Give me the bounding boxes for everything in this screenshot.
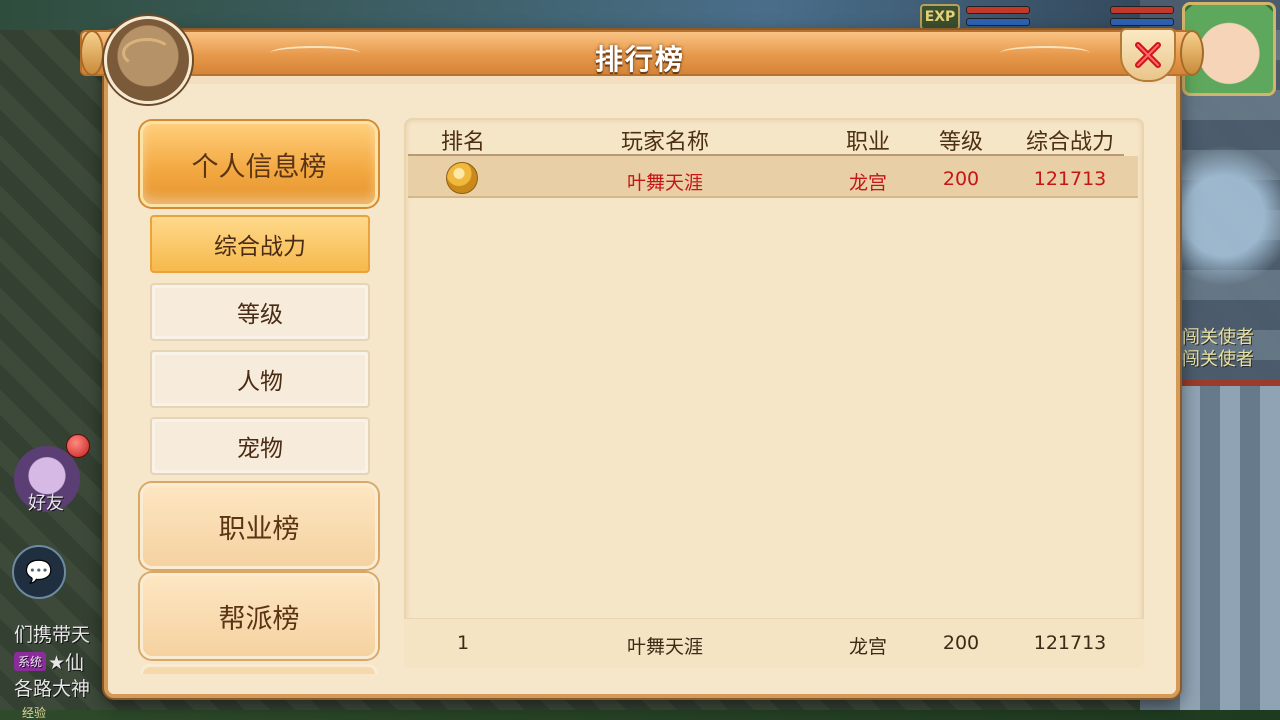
mp-bar <box>966 18 1030 26</box>
pet-hp-bar <box>1110 6 1174 14</box>
my-level: 200 <box>942 632 980 654</box>
modal-title: 排行榜 <box>594 43 685 76</box>
hp-bar <box>966 6 1030 14</box>
my-rank: 1 <box>456 632 470 654</box>
my-player-name: 叶舞天涯 <box>626 636 703 658</box>
row-level: 200 <box>942 168 980 190</box>
exp-badge: EXP <box>920 4 960 30</box>
friend-label[interactable]: 好友 <box>28 489 64 515</box>
sub-tab-combat-power[interactable]: 综合战力 <box>150 215 370 273</box>
column-header-rank: 排名 <box>440 130 485 155</box>
pet-mp-bar <box>1110 18 1174 26</box>
column-header-level: 等级 <box>938 130 983 155</box>
row-profession: 龙宫 <box>848 172 887 194</box>
my-profession: 龙宫 <box>848 636 887 658</box>
title-bar-knob-left <box>80 30 104 76</box>
row-player-name[interactable]: 叶舞天涯 <box>580 168 750 195</box>
category-guild[interactable]: 帮派榜 <box>140 573 378 659</box>
notification-dot <box>66 434 90 458</box>
chat-line: 们携带天 <box>14 624 91 646</box>
chat-line: 系统 ★仙 <box>14 648 84 675</box>
sub-tab-pet[interactable]: 宠物 <box>150 417 370 475</box>
chat-line-text: ★仙 <box>48 652 85 674</box>
title-ornament-right <box>1000 46 1090 60</box>
column-header-player-name: 玩家名称 <box>620 130 709 155</box>
chat-line: 各路大神 <box>14 678 91 700</box>
my-combat-power: 121713 <box>1033 632 1107 654</box>
scene-right-roof <box>1180 380 1280 720</box>
top-hud-strip <box>0 0 1280 30</box>
sub-tab-character[interactable]: 人物 <box>150 350 370 408</box>
system-tag: 系统 <box>14 652 47 671</box>
close-button[interactable] <box>1120 28 1176 82</box>
column-header-combat-power: 综合战力 <box>1025 130 1114 155</box>
title-ornament-left <box>270 46 360 60</box>
gold-medal-icon <box>446 162 478 194</box>
emblem-swirl <box>122 38 172 68</box>
column-header-profession: 职业 <box>845 130 890 155</box>
exp-label: 经验 <box>22 706 47 720</box>
title-bar-knob-right <box>1180 30 1204 76</box>
category-next-peek[interactable] <box>140 664 378 674</box>
close-icon <box>1135 42 1161 68</box>
chat-button[interactable]: 💬 <box>12 545 66 599</box>
category-profession[interactable]: 职业榜 <box>140 483 378 569</box>
ranking-panel <box>404 118 1144 668</box>
chat-icon: 💬 <box>25 559 53 585</box>
row-combat-power: 121713 <box>1033 168 1107 190</box>
npc-label[interactable]: 闯关使者 <box>1182 345 1254 371</box>
exp-progress-strip <box>0 710 1280 720</box>
sub-tab-level[interactable]: 等级 <box>150 283 370 341</box>
category-personal-info[interactable]: 个人信息榜 <box>140 121 378 207</box>
